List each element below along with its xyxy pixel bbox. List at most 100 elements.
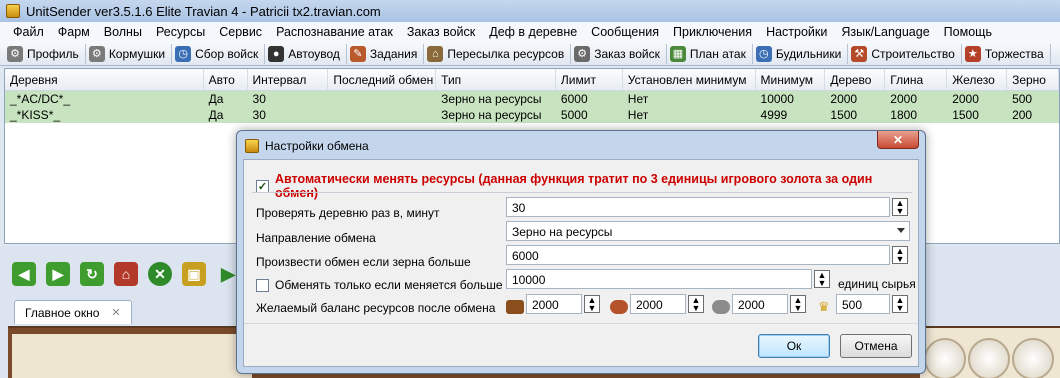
game-round-button[interactable] <box>968 338 1010 378</box>
toolbar-troop-order[interactable]: ⚙ Заказ войск <box>571 43 667 64</box>
toolbar-label: Заказ войск <box>594 46 660 61</box>
table-row[interactable]: _*KISS*_ Да 30 Зерно на ресурсы 5000 Нет… <box>5 107 1059 123</box>
column-header[interactable]: Минимум <box>756 69 826 90</box>
app-icon <box>6 4 20 18</box>
column-header[interactable]: Тип <box>436 69 556 90</box>
table-row[interactable]: _*AC/DC*_ Да 30 Зерно на ресурсы 6000 Не… <box>5 91 1059 107</box>
menu-attack-recognition[interactable]: Распознавание атак <box>269 25 400 39</box>
hammer-icon: ⚒ <box>851 45 868 62</box>
toolbar-label: Задания <box>369 46 418 61</box>
column-header[interactable]: Глина <box>885 69 948 90</box>
close-icon[interactable]: ✕ <box>111 306 120 319</box>
note-icon: ✎ <box>349 45 366 62</box>
toolbar-tasks[interactable]: ✎ Задания <box>347 43 425 64</box>
toolbar-gather-troops[interactable]: ◷ Сбор войск <box>172 43 266 64</box>
table-cell: 6000 <box>560 92 588 106</box>
toolbar-feeders[interactable]: ⚙ Кормушки <box>86 43 173 64</box>
table-cell: _*AC/DC*_ <box>10 92 71 106</box>
exchange-threshold-spinner[interactable]: ▲ ▼ <box>892 246 908 264</box>
menu-farm[interactable]: Фарм <box>51 25 97 39</box>
toolbar-label: Торжества <box>984 46 1044 61</box>
direction-select[interactable]: Зерно на ресурсы <box>506 221 910 241</box>
toolbar-auto-evade[interactable]: ● Автоувод <box>265 43 347 64</box>
clay-balance-field[interactable]: 2000 <box>630 294 686 314</box>
column-header[interactable]: Установлен минимум <box>623 69 756 90</box>
arrow-right-icon[interactable]: ▶ <box>46 262 70 286</box>
dialog-close-button[interactable]: ✕ <box>877 131 919 149</box>
exchange-threshold-label: Произвести обмен если зерна больше <box>256 255 471 269</box>
column-header[interactable]: Авто <box>204 69 248 90</box>
menu-language[interactable]: Язык/Language <box>834 25 936 39</box>
home-icon[interactable]: ⌂ <box>114 262 138 286</box>
check-interval-field[interactable]: 30 <box>506 197 890 217</box>
menu-file[interactable]: Файл <box>6 25 51 39</box>
toolbar-label: Строительство <box>871 46 955 61</box>
check-interval-spinner[interactable]: ▲ ▼ <box>892 198 908 216</box>
divider <box>252 192 912 193</box>
iron-balance-field[interactable]: 2000 <box>732 294 788 314</box>
menu-waves[interactable]: Волны <box>97 25 149 39</box>
wood-balance-spinner[interactable]: ▲ ▼ <box>584 295 600 313</box>
table-cell: 30 <box>252 108 266 122</box>
only-if-option[interactable]: Обменять только если меняется больше <box>256 278 503 292</box>
toolbar-attack-plan[interactable]: ▦ План атак <box>667 43 753 64</box>
table-cell: 2000 <box>952 92 979 106</box>
menu-village-defense[interactable]: Деф в деревне <box>482 25 584 39</box>
table-cell: 4999 <box>760 108 788 122</box>
clock-icon: ◷ <box>175 45 192 62</box>
clay-balance-spinner[interactable]: ▲ ▼ <box>688 295 704 313</box>
game-round-button[interactable] <box>924 338 966 378</box>
refresh-icon[interactable]: ↻ <box>80 262 104 286</box>
column-header[interactable]: Деревня <box>5 69 204 90</box>
tab-main-window[interactable]: Главное окно ✕ <box>14 300 132 324</box>
lock-icon[interactable]: ▣ <box>182 262 206 286</box>
crop-balance-spinner[interactable]: ▲ ▼ <box>892 295 908 313</box>
toolbar-alarms[interactable]: ◷ Будильники <box>753 43 849 64</box>
arrow-left-icon[interactable]: ◀ <box>12 262 36 286</box>
auto-exchange-checkbox[interactable]: ✓ <box>256 179 269 193</box>
auto-exchange-option[interactable]: ✓ Автоматически менять ресурсы (данная ф… <box>256 172 918 200</box>
menu-help[interactable]: Помощь <box>937 25 999 39</box>
column-header[interactable]: Железо <box>947 69 1008 90</box>
menu-troop-order[interactable]: Заказ войск <box>400 25 482 39</box>
only-if-checkbox[interactable] <box>256 278 269 292</box>
toolbar-celebrations[interactable]: ★ Торжества <box>962 43 1051 64</box>
bomb-icon: ● <box>268 45 285 62</box>
exchange-settings-dialog: Настройки обмена ✕ ✓ Автоматически менят… <box>236 130 926 374</box>
table-cell: 200 <box>1012 108 1033 122</box>
column-header[interactable]: Лимит <box>556 69 623 90</box>
only-if-spinner[interactable]: ▲ ▼ <box>814 270 830 288</box>
only-if-field[interactable]: 10000 <box>506 269 812 289</box>
stop-icon[interactable]: ✕ <box>148 262 172 286</box>
table-cell: 10000 <box>760 92 794 106</box>
crop-balance-field[interactable]: 500 <box>836 294 890 314</box>
table-cell: Да <box>208 108 224 122</box>
toolbar-construction[interactable]: ⚒ Строительство <box>848 43 962 64</box>
exchange-threshold-field[interactable]: 6000 <box>506 245 890 265</box>
menu-service[interactable]: Сервис <box>212 25 269 39</box>
clay-icon <box>610 300 628 314</box>
game-round-button[interactable] <box>1012 338 1054 378</box>
toolbar-profile[interactable]: ⚙ Профиль <box>4 43 86 64</box>
column-header[interactable]: Зерно <box>1007 69 1059 90</box>
cancel-button[interactable]: Отмена <box>840 334 912 358</box>
menu-resources[interactable]: Ресурсы <box>149 25 212 39</box>
ok-button[interactable]: Ок <box>758 334 830 358</box>
party-icon: ★ <box>964 45 981 62</box>
table-cell: 2000 <box>890 92 917 106</box>
toolbar-resource-transfer[interactable]: ⌂ Пересылка ресурсов <box>424 43 572 64</box>
chevron-down-icon <box>897 228 905 233</box>
menu-messages[interactable]: Сообщения <box>584 25 666 39</box>
direction-label: Направление обмена <box>256 231 376 245</box>
column-header[interactable]: Последний обмен <box>328 69 437 90</box>
menu-settings[interactable]: Настройки <box>759 25 834 39</box>
wood-balance-field[interactable]: 2000 <box>526 294 582 314</box>
column-header[interactable]: Интервал <box>248 69 329 90</box>
divider <box>244 323 918 324</box>
column-header[interactable]: Дерево <box>825 69 886 90</box>
table-cell: 5000 <box>560 108 588 122</box>
menu-adventures[interactable]: Приключения <box>666 25 759 39</box>
table-header: Деревня Авто Интервал Последний обмен Ти… <box>5 69 1059 91</box>
iron-balance-spinner[interactable]: ▲ ▼ <box>790 295 806 313</box>
dialog-body: ✓ Автоматически менять ресурсы (данная ф… <box>243 159 919 367</box>
